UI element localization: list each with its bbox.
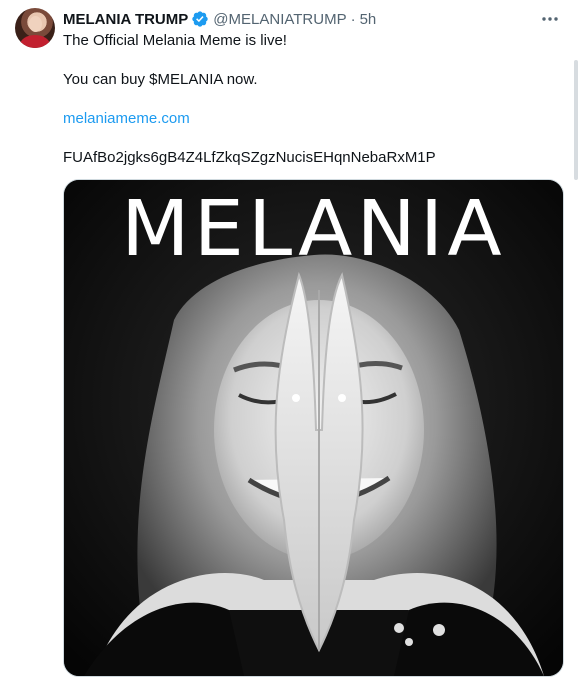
tweet-media-image[interactable]: MELANIA — [63, 179, 564, 677]
tweet-link[interactable]: melaniameme.com — [63, 109, 190, 129]
more-horizontal-icon[interactable] — [538, 10, 562, 28]
avatar-outfit — [20, 35, 50, 48]
tweet-text-line-1: The Official Melania Meme is live! — [63, 32, 287, 49]
tweet-card[interactable]: MELANIA TRUMP @MELANIATRUMP · 5h The Off… — [0, 0, 580, 682]
tweet-timestamp[interactable]: 5h — [360, 11, 377, 28]
tweet-header: MELANIA TRUMP @MELANIATRUMP · 5h — [63, 9, 376, 29]
verified-badge-icon — [191, 10, 209, 28]
contract-address: FUAfBo2jgks6gB4Z4LfZkqSZgzNucisEHqnNebaR… — [63, 149, 436, 166]
tweet-text-line-2: You can buy $MELANIA now. — [63, 71, 258, 88]
author-avatar[interactable] — [15, 8, 55, 48]
author-name[interactable]: MELANIA TRUMP — [63, 11, 188, 28]
scrollbar[interactable] — [574, 60, 578, 180]
avatar-face — [29, 16, 42, 32]
separator-dot: · — [350, 10, 356, 28]
media-title-text: MELANIA — [121, 185, 506, 274]
author-handle[interactable]: @MELANIATRUMP — [213, 11, 346, 28]
